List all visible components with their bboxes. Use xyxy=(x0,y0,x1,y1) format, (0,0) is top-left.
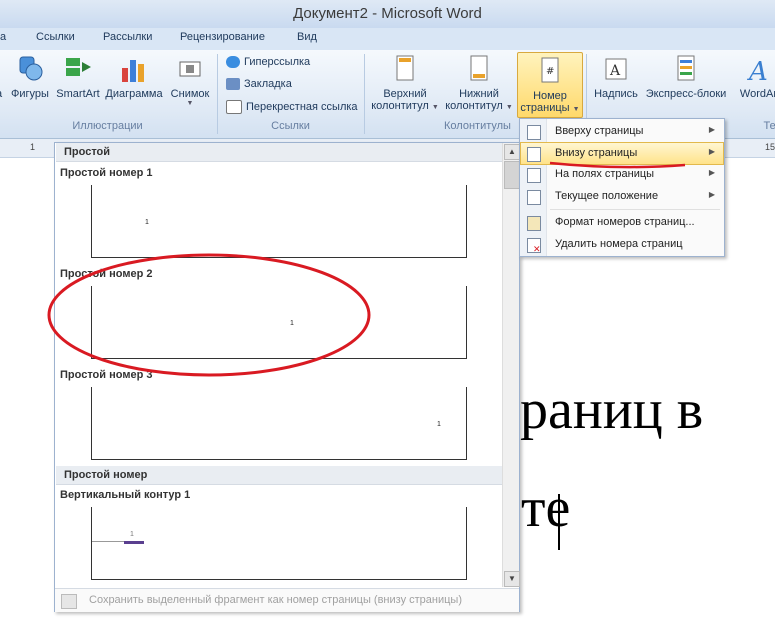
annotation-layer xyxy=(47,161,686,377)
red-underline-annotation xyxy=(549,161,686,169)
red-circle-annotation xyxy=(47,253,371,377)
